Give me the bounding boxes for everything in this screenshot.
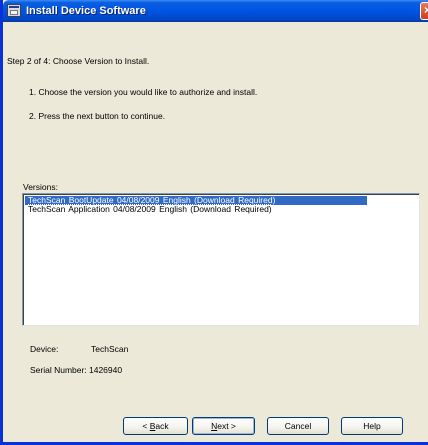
next-button[interactable]: Next >: [192, 417, 255, 435]
back-prefix: <: [142, 421, 150, 431]
cancel-button[interactable]: Cancel: [267, 417, 329, 435]
help-button[interactable]: Help: [341, 417, 403, 435]
close-button[interactable]: ×: [420, 2, 428, 20]
instruction-1: 1. Choose the version you would like to …: [29, 87, 258, 97]
device-label: Device:: [30, 344, 59, 354]
version-item-application[interactable]: TechScan Application 04/08/2009 English …: [25, 205, 275, 214]
step-heading: Step 2 of 4: Choose Version to Install.: [7, 56, 150, 66]
serial-number-label: Serial Number:: [30, 365, 87, 375]
window-title: Install Device Software: [26, 5, 146, 17]
serial-number-value: 1426940: [89, 365, 123, 375]
back-rest: ack: [155, 421, 169, 431]
install-device-software-window: Install Device Software × Step 2 of 4: C…: [0, 0, 428, 445]
back-button[interactable]: < Back: [123, 417, 188, 435]
next-rest: ext >: [217, 421, 236, 431]
versions-listbox[interactable]: TechScan BootUpdate 04/08/2009 English (…: [22, 193, 420, 326]
title-bar[interactable]: Install Device Software ×: [3, 0, 428, 22]
instruction-2: 2. Press the next button to continue.: [29, 111, 166, 121]
window-icon: [7, 4, 21, 17]
device-value: TechScan: [91, 344, 129, 354]
versions-label: Versions:: [23, 182, 58, 192]
